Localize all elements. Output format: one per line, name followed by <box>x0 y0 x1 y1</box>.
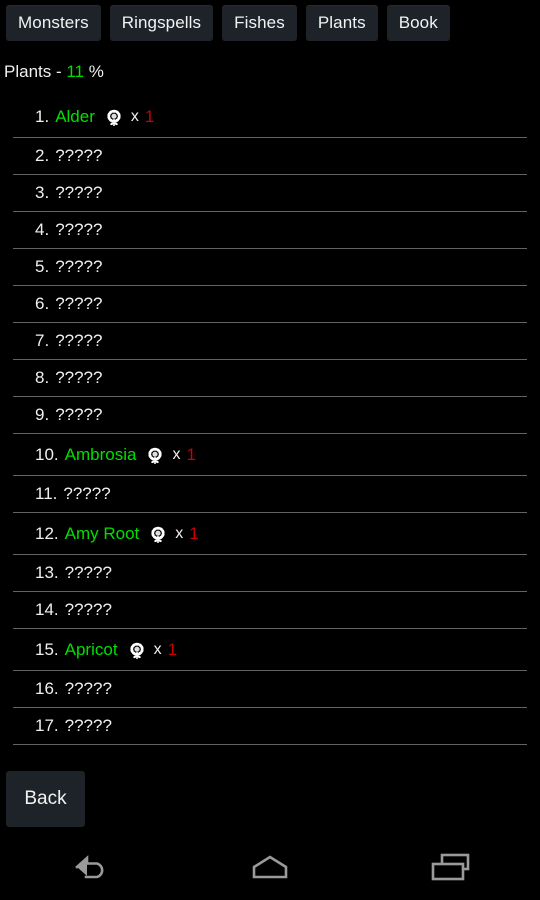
recents-icon <box>422 850 478 889</box>
quantity-multiplier: x <box>130 107 139 125</box>
list-item[interactable]: 7.????? <box>13 323 527 360</box>
list-item-index: 12. <box>35 523 59 543</box>
category-tab-bar: Monsters Ringspells Fishes Plants Book <box>6 5 540 45</box>
list-item-index: 4. <box>35 220 50 239</box>
page-title: Plants - 11 % <box>4 62 104 82</box>
list-item-name: Ambrosia <box>64 444 137 464</box>
flower-icon <box>127 641 147 661</box>
list-item-index: 16. <box>35 679 59 698</box>
app-root: Monsters Ringspells Fishes Plants Book Plant… <box>0 0 540 900</box>
page-title-prefix: Plants - <box>4 62 67 81</box>
list-item-index: 8. <box>35 368 50 387</box>
quantity-value: 1 <box>167 639 178 659</box>
quantity-multiplier: x <box>172 445 181 463</box>
list-item[interactable]: 14.????? <box>13 592 527 629</box>
list-item-unknown: ????? <box>63 484 111 503</box>
tab-ringspells[interactable]: Ringspells <box>109 5 214 41</box>
list-item[interactable]: 2.????? <box>13 138 527 175</box>
list-item[interactable]: 17.????? <box>13 708 527 745</box>
back-button[interactable]: Back <box>6 771 85 827</box>
list-item-unknown: ????? <box>64 600 112 619</box>
list-item-unknown: ????? <box>55 294 103 313</box>
nav-recents-button[interactable] <box>360 838 540 900</box>
list-item-unknown: ????? <box>55 257 103 276</box>
list-item-index: 14. <box>35 600 59 619</box>
flower-icon <box>145 446 165 466</box>
list-item-unknown: ????? <box>55 220 103 239</box>
list-item-index: 11. <box>35 484 58 503</box>
list-item-unknown: ????? <box>55 331 103 350</box>
list-item-unknown: ????? <box>64 716 112 735</box>
list-item-unknown: ????? <box>55 368 103 387</box>
list-item-index: 2. <box>35 146 50 165</box>
list-item[interactable]: 1. Alder x 1 <box>13 96 527 138</box>
list-item-name: Alder <box>55 106 95 126</box>
quantity-value: 1 <box>186 444 196 464</box>
list-item-unknown: ????? <box>55 183 103 202</box>
list-item-name: Amy Root <box>64 523 140 543</box>
flower-icon <box>148 525 168 545</box>
quantity-value: 1 <box>144 106 155 126</box>
nav-back-button[interactable] <box>0 838 180 900</box>
list-item-index: 1. <box>35 106 50 126</box>
tab-fishes[interactable]: Fishes <box>222 5 297 41</box>
list-item-index: 17. <box>35 716 59 735</box>
list-item-index: 10. <box>35 444 59 464</box>
list-item[interactable]: 9.????? <box>13 397 527 434</box>
plants-list[interactable]: 1. Alder x 1 2.????? 3.????? 4.????? 5.????? 6.?… <box>0 96 540 748</box>
list-item-index: 5. <box>35 257 50 276</box>
android-navigation-bar <box>0 838 540 900</box>
quantity-multiplier: x <box>153 640 162 658</box>
tab-monsters[interactable]: Monsters <box>6 5 101 41</box>
list-item[interactable]: 6.????? <box>13 286 527 323</box>
list-item-unknown: ????? <box>64 679 112 698</box>
tab-book[interactable]: Book <box>386 5 450 41</box>
list-item-unknown: ????? <box>55 405 103 424</box>
list-item[interactable]: 15. Apricot x 1 <box>13 629 527 671</box>
back-arrow-icon <box>67 851 113 888</box>
flower-icon <box>104 108 124 128</box>
list-item[interactable]: 10. Ambrosia x 1 <box>13 434 527 476</box>
list-item-index: 15. <box>35 639 59 659</box>
page-title-suffix: % <box>84 62 104 81</box>
list-item-index: 6. <box>35 294 50 313</box>
list-item-index: 3. <box>35 183 50 202</box>
list-item[interactable]: 5.????? <box>13 249 527 286</box>
list-item-index: 13. <box>35 563 59 582</box>
list-item-unknown: ????? <box>55 146 103 165</box>
list-item-index: 7. <box>35 331 50 350</box>
list-item[interactable]: 11.????? <box>13 476 527 513</box>
quantity-multiplier: x <box>175 524 184 542</box>
list-item[interactable]: 4.????? <box>13 212 527 249</box>
home-icon <box>242 851 298 888</box>
list-item[interactable]: 3.????? <box>13 175 527 212</box>
completion-percent: 11 <box>66 62 85 81</box>
list-item[interactable]: 12. Amy Root x 1 <box>13 513 527 555</box>
nav-home-button[interactable] <box>180 838 360 900</box>
quantity-value: 1 <box>189 523 199 543</box>
tab-plants[interactable]: Plants <box>305 5 378 41</box>
list-item-unknown: ????? <box>64 563 112 582</box>
list-item[interactable]: 16.????? <box>13 671 527 708</box>
list-item-index: 9. <box>35 405 50 424</box>
list-item[interactable]: 13.????? <box>13 555 527 592</box>
list-item-name: Apricot <box>64 639 118 659</box>
list-item[interactable]: 8.????? <box>13 360 527 397</box>
